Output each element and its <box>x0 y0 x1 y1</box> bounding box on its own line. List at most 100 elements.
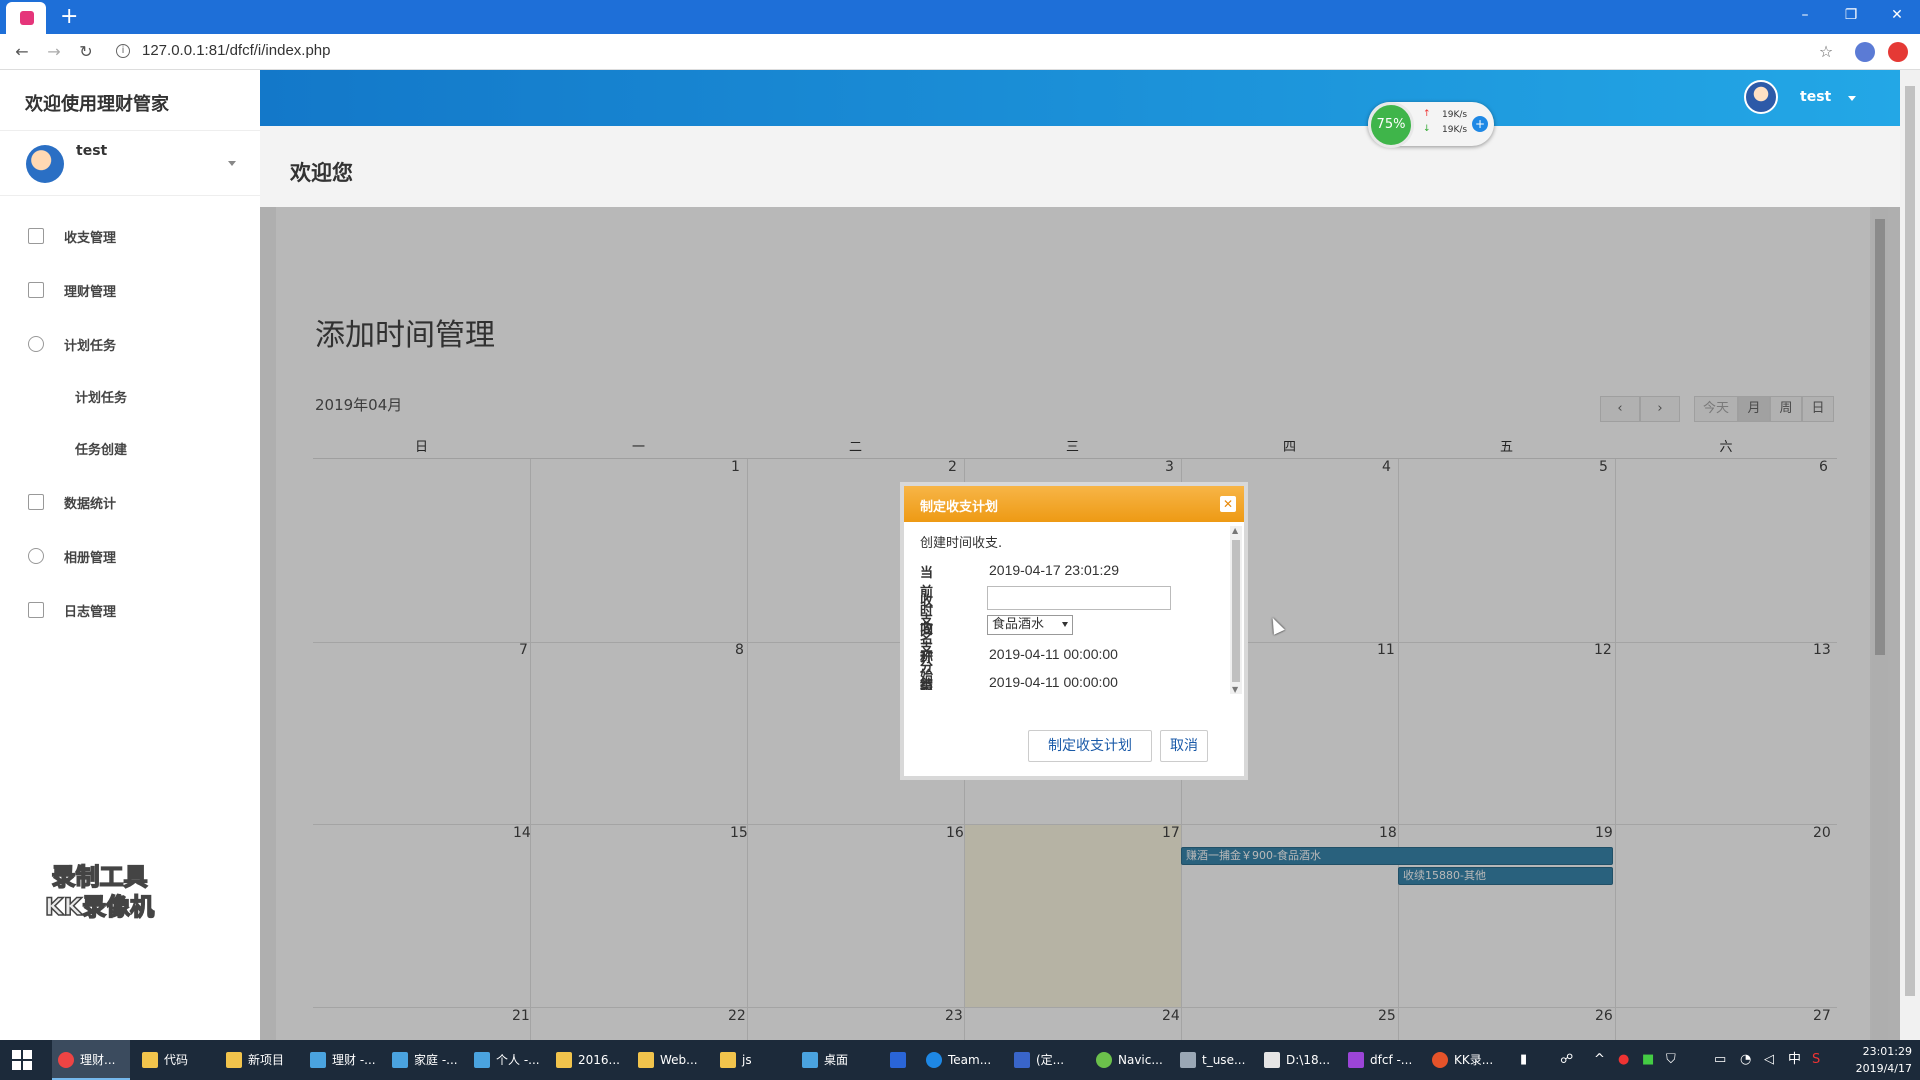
folder-icon <box>720 1052 736 1068</box>
cancel-button[interactable]: 取消 <box>1160 730 1208 762</box>
taskbar-item[interactable]: 个人 -... <box>468 1040 544 1080</box>
taskbar-item[interactable]: D:\18... <box>1258 1040 1338 1080</box>
back-icon[interactable]: ← <box>10 41 34 63</box>
sidebar-item-logs[interactable]: 日志管理 <box>0 590 260 630</box>
taskbar-item[interactable]: KK录... <box>1426 1040 1508 1080</box>
category-select[interactable]: 食品酒水 <box>987 615 1073 635</box>
battery-icon[interactable]: ▮ <box>1520 1040 1534 1080</box>
ime-indicator[interactable]: 中 <box>1788 1040 1804 1080</box>
taskbar-item[interactable]: 家庭 -... <box>386 1040 462 1080</box>
clock-time: 23:01:29 <box>1862 1045 1912 1058</box>
sidebar-item-finance[interactable]: 理财管理 <box>0 270 260 310</box>
forward-icon[interactable]: → <box>42 41 66 63</box>
close-window-button[interactable]: ✕ <box>1874 0 1920 30</box>
taskbar-label: 个人 -... <box>496 1053 540 1067</box>
taskbar-label: 代码 <box>164 1053 189 1067</box>
taskbar-item[interactable]: 代码 <box>136 1040 208 1080</box>
taskbar-item[interactable]: (定... <box>1008 1040 1084 1080</box>
download-arrow-icon: ↓ <box>1423 124 1431 134</box>
recorder-icon <box>1432 1052 1448 1068</box>
scroll-down-icon[interactable]: ▼ <box>1232 685 1238 694</box>
start-time-value[interactable]: 2019-04-11 00:00:00 <box>987 642 1167 666</box>
taskbar-item[interactable]: 桌面 <box>796 1040 876 1080</box>
site-info-icon[interactable]: i <box>116 44 130 58</box>
navicat-icon <box>1096 1052 1112 1068</box>
sidebar-item-plan-tasks[interactable]: 计划任务 <box>0 324 260 364</box>
browser-tab[interactable] <box>6 2 46 34</box>
header-user-menu[interactable]: test <box>1744 80 1864 116</box>
reload-icon[interactable]: ↻ <box>74 41 98 63</box>
shield-icon[interactable]: ⛉ <box>1666 1040 1680 1080</box>
network-icon[interactable]: ▭ <box>1714 1040 1728 1080</box>
taskbar-item[interactable]: t_use... <box>1174 1040 1254 1080</box>
taskbar-item[interactable]: Navic... <box>1090 1040 1170 1080</box>
tray-app-icon[interactable]: ● <box>1618 1040 1632 1080</box>
dialog-scrollbar[interactable]: ▲ ▼ <box>1230 526 1242 694</box>
taskbar-item[interactable]: Team... <box>920 1040 1002 1080</box>
folder-icon <box>556 1052 572 1068</box>
app-icon <box>310 1052 326 1068</box>
taskbar-item[interactable]: dfcf -... <box>1342 1040 1420 1080</box>
close-icon[interactable]: ✕ <box>1220 496 1236 512</box>
minimize-button[interactable]: – <box>1782 0 1828 30</box>
submit-plan-button[interactable]: 制定收支计划 <box>1028 730 1152 762</box>
people-icon[interactable]: ☍ <box>1560 1040 1576 1080</box>
taskbar-item[interactable]: Web... <box>632 1040 708 1080</box>
taskbar-item[interactable]: 理财 -... <box>304 1040 380 1080</box>
taskbar-item[interactable]: 理财... <box>52 1040 130 1080</box>
clock-icon <box>28 336 44 352</box>
extension-icon[interactable] <box>1888 42 1908 62</box>
taskbar-label: t_use... <box>1202 1053 1246 1067</box>
taskbar: 理财... 代码 新项目 理财 -... 家庭 -... 个人 -... 201… <box>0 1040 1920 1080</box>
restore-button[interactable]: ❐ <box>1828 0 1874 30</box>
taskbar-item[interactable]: 新项目 <box>220 1040 296 1080</box>
bell-icon <box>28 548 44 564</box>
bookmark-star-icon[interactable]: ☆ <box>1814 41 1838 63</box>
favicon-icon <box>20 11 34 25</box>
new-tab-button[interactable]: + <box>60 4 78 30</box>
sidebar-subitem-plan-tasks[interactable]: 计划任务 <box>0 376 260 416</box>
scroll-up-icon[interactable]: ▲ <box>1232 526 1238 535</box>
taskbar-item[interactable]: 2016... <box>550 1040 626 1080</box>
taskbar-label: 桌面 <box>824 1053 849 1067</box>
chevron-down-icon[interactable] <box>228 161 236 166</box>
dialog-title: 制定收支计划 <box>920 500 999 515</box>
scrollbar-thumb[interactable] <box>1232 540 1240 682</box>
folder-icon <box>638 1052 654 1068</box>
end-time-value[interactable]: 2019-04-11 00:00:00 <box>987 670 1167 690</box>
sidebar-item-label: 收支管理 <box>64 231 117 246</box>
plan-dialog: 制定收支计划 ✕ 创建时间收支. 当前时间 2019-04-17 23:01:2… <box>900 482 1248 780</box>
watermark-line: 录制工具 <box>51 862 149 892</box>
tray-app-icon[interactable]: ■ <box>1642 1040 1656 1080</box>
shield-icon <box>890 1052 906 1068</box>
plus-icon[interactable]: + <box>1472 116 1488 132</box>
page-title: 欢迎您 <box>290 161 353 185</box>
extension-icon[interactable] <box>1855 42 1875 62</box>
sidebar-user[interactable]: test <box>0 130 260 196</box>
system-clock[interactable]: 23:01:29 2019/4/17 <box>1856 1043 1912 1077</box>
sidebar-item-label: 相册管理 <box>64 551 117 566</box>
sogou-icon[interactable]: S <box>1812 1040 1828 1080</box>
scrollbar-thumb[interactable] <box>1905 86 1915 996</box>
sidebar-item-label: 计划任务 <box>75 391 128 406</box>
url-field[interactable]: 127.0.0.1:81/dfcf/i/index.php <box>142 42 330 59</box>
windows-start-icon[interactable] <box>12 1050 32 1070</box>
watermark-line: KK录像机 <box>44 892 155 922</box>
sidebar-item-statistics[interactable]: 数据统计 <box>0 482 260 522</box>
taskbar-label: 新项目 <box>248 1053 285 1067</box>
network-speed-widget[interactable]: 75% ↑ ↓ 19K/s 19K/s + <box>1368 102 1494 148</box>
name-input[interactable] <box>987 586 1171 610</box>
sidebar-username: test <box>76 143 108 159</box>
chevron-down-icon <box>1062 622 1068 627</box>
taskbar-item[interactable]: js <box>714 1040 790 1080</box>
sidebar-item-income-expense[interactable]: 收支管理 <box>0 216 260 256</box>
browser-titlebar: + – ❐ ✕ <box>0 0 1920 34</box>
sidebar-item-album[interactable]: 相册管理 <box>0 536 260 576</box>
volume-icon[interactable]: ◁ <box>1764 1040 1778 1080</box>
sidebar-subitem-task-create[interactable]: 任务创建 <box>0 428 260 468</box>
wifi-icon[interactable]: ◔ <box>1740 1040 1754 1080</box>
page-scrollbar[interactable] <box>1900 70 1920 1040</box>
taskbar-item[interactable] <box>884 1040 914 1080</box>
sidebar-item-label: 理财管理 <box>64 285 117 300</box>
chevron-up-icon[interactable]: ^ <box>1594 1040 1608 1080</box>
